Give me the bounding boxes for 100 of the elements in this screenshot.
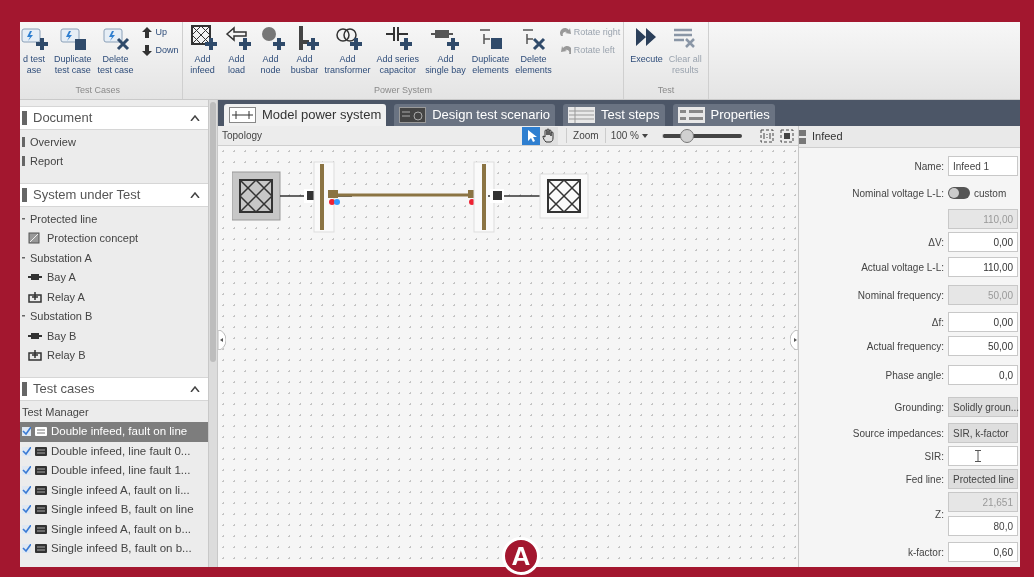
ribbon-button[interactable]: Add single bay: [422, 24, 469, 76]
ribbon-button[interactable]: Execute: [627, 24, 666, 65]
checkbox[interactable]: [22, 544, 31, 554]
input-field: 110,00: [948, 209, 1018, 229]
checkbox[interactable]: [22, 524, 31, 534]
page-icon: [22, 136, 25, 147]
fit-icon: [780, 128, 794, 143]
ribbon-button[interactable]: Duplicate elements: [468, 24, 513, 76]
field-label: Name:: [913, 159, 944, 174]
tree-item[interactable]: Test Manager: [20, 403, 209, 422]
dropdown-field[interactable]: Solidly groun...: [948, 397, 1018, 417]
properties-icon: [799, 129, 806, 144]
test-case-item[interactable]: Single infeed A, fault on b...: [20, 519, 209, 539]
ribbon-button[interactable]: Delete test case: [94, 24, 137, 76]
tree-item[interactable]: Protection concept: [20, 228, 209, 248]
ribbon-button[interactable]: Add node: [253, 24, 288, 76]
relay-icon: [28, 290, 42, 303]
ribbon-small-button[interactable]: Up: [140, 26, 179, 40]
ribbon-button[interactable]: Duplicate test case: [51, 24, 95, 76]
input-field[interactable]: 0,00: [948, 312, 1018, 332]
field-label: Phase angle:: [884, 368, 944, 383]
ribbon-button[interactable]: Delete elements: [512, 24, 555, 76]
section-icon: [22, 382, 27, 396]
scrollbar-thumb[interactable]: [210, 102, 217, 362]
input-field: 21,651: [948, 492, 1018, 512]
input-field[interactable]: 80,0: [948, 516, 1018, 536]
checkbox[interactable]: [22, 466, 31, 476]
checkbox[interactable]: [22, 485, 31, 495]
tree-item[interactable]: Relay B: [20, 345, 209, 365]
annotation-marker: A: [502, 537, 540, 575]
input-field[interactable]: 0,00: [948, 232, 1018, 252]
ribbon-group-label: Test: [656, 83, 676, 97]
collapse-handle-icon[interactable]: [218, 330, 226, 350]
test-case-item[interactable]: Double infeed, fault on line: [20, 422, 209, 442]
test-case-icon: [35, 505, 47, 515]
ribbon-button[interactable]: Add load: [219, 24, 254, 76]
test-case-icon: [35, 544, 47, 554]
zoom-dropdown[interactable]: 100 %: [604, 128, 648, 143]
tab[interactable]: Properties: [672, 104, 775, 126]
test-case-item[interactable]: Single infeed B, fault on line: [20, 500, 209, 520]
tab[interactable]: Design test scenario: [394, 104, 555, 126]
checkbox[interactable]: [22, 427, 31, 437]
expand-handle-icon[interactable]: [790, 330, 798, 350]
tree-item[interactable]: Relay A: [20, 287, 209, 307]
checkbox[interactable]: [22, 446, 31, 456]
field-label: Fed line:: [904, 472, 944, 487]
pointer-tool-button[interactable]: [522, 126, 541, 145]
toolbar-title: Topology: [222, 129, 264, 143]
concept-icon: [28, 232, 42, 245]
infeed-plus-icon: [188, 24, 217, 52]
tree-item[interactable]: Overview: [20, 132, 209, 152]
steps-icon: [568, 107, 595, 123]
test-case-item[interactable]: Single infeed B, fault on b...: [20, 539, 209, 559]
tab[interactable]: Test steps: [563, 104, 665, 126]
test-case-item[interactable]: Double infeed, line fault 1...: [20, 461, 209, 481]
tree-item[interactable]: Protected line: [20, 209, 209, 229]
section-header[interactable]: System under Test: [20, 183, 209, 207]
section-header[interactable]: Test cases: [20, 377, 209, 401]
zoom-slider-thumb[interactable]: [679, 128, 694, 143]
input-field[interactable]: 50,00: [948, 336, 1018, 356]
dropdown-field[interactable]: SIR, k-factor: [948, 423, 1018, 443]
up-arrow-icon: [140, 26, 153, 40]
test-case-icon: [35, 446, 47, 456]
field-label: Grounding:: [893, 400, 944, 415]
actual-size-icon: [760, 128, 774, 143]
toggle-label: custom: [974, 186, 1007, 201]
input-field[interactable]: 0,60: [948, 542, 1018, 562]
ribbon-small-button[interactable]: Down: [140, 43, 179, 57]
ribbon-button[interactable]: d test ase: [20, 24, 51, 76]
ribbon-button[interactable]: Add transformer: [321, 24, 374, 76]
test-case-icon: [35, 524, 47, 534]
field-label: Source impedances:: [851, 426, 944, 441]
scenario-icon: [399, 107, 427, 123]
caret-icon: [642, 133, 648, 138]
ribbon-button[interactable]: Add busbar: [287, 24, 322, 76]
input-field[interactable]: [948, 446, 1018, 466]
test-case-item[interactable]: Single infeed A, fault on li...: [20, 480, 209, 500]
tree-item[interactable]: Bay B: [20, 326, 209, 346]
tree-item[interactable]: Substation A: [20, 248, 209, 268]
input-field[interactable]: Infeed 1: [948, 156, 1018, 176]
toggle-switch[interactable]: [948, 187, 970, 199]
checkbox[interactable]: [22, 505, 31, 515]
ribbon-button[interactable]: Add infeed: [185, 24, 220, 76]
field-label: k-factor:: [906, 545, 944, 560]
input-field[interactable]: 110,00: [948, 257, 1018, 277]
ribbon-group-label: Test Cases: [74, 83, 122, 97]
fit-button[interactable]: [780, 128, 794, 143]
properties-icon: [677, 107, 705, 123]
tree-item[interactable]: Substation B: [20, 306, 209, 326]
dropdown-field[interactable]: Protected line: [948, 469, 1018, 489]
test-case-item[interactable]: Double infeed, line fault 0...: [20, 441, 209, 461]
ribbon-button[interactable]: Add series capacitor: [373, 24, 423, 76]
tree-item[interactable]: Bay A: [20, 267, 209, 287]
hand-tool-button[interactable]: [540, 126, 559, 145]
field-label: SIR:: [923, 449, 944, 464]
section-header[interactable]: Document: [20, 106, 209, 130]
input-field[interactable]: 0,0: [948, 365, 1018, 385]
tab[interactable]: Model power system: [224, 104, 387, 126]
tree-item[interactable]: Report: [20, 151, 209, 171]
actual-size-button[interactable]: [760, 128, 774, 143]
